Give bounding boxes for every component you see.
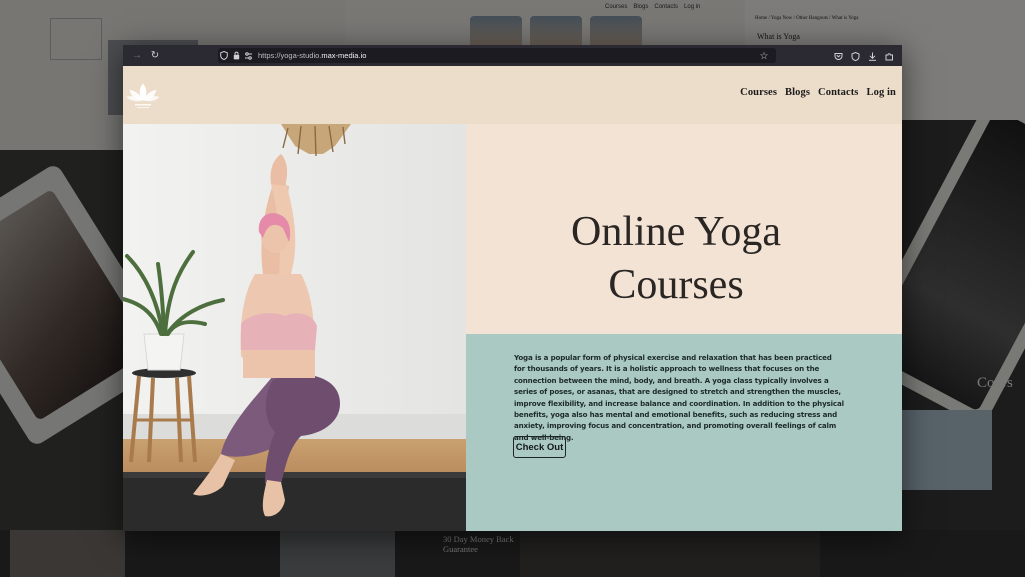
background-course-heading: Cours <box>977 375 1013 391</box>
background-heading: What is Yoga <box>757 32 800 41</box>
description-panel: Yoga is a popular form of physical exerc… <box>466 334 902 531</box>
download-icon[interactable] <box>864 48 880 64</box>
pocket-icon[interactable] <box>830 48 846 64</box>
hero-photo <box>123 124 466 531</box>
background-tilted-card <box>0 162 123 448</box>
main-nav: Courses Blogs Contacts Log in <box>740 87 896 98</box>
nav-contacts-link[interactable]: Contacts <box>818 87 858 98</box>
permissions-icon[interactable] <box>242 48 254 64</box>
bookmark-star-icon[interactable]: ☆ <box>756 48 772 64</box>
hero-title-panel: Online Yoga Courses <box>466 124 902 334</box>
check-out-button[interactable]: Check Out <box>513 436 566 458</box>
nav-blogs-link[interactable]: Blogs <box>785 87 810 98</box>
site-header: Courses Blogs Contacts Log in <box>123 66 902 124</box>
background-page-right-lower: Cours <box>902 120 1025 540</box>
background-breadcrumb: Home / Yoga Now / Other Hangouts / What … <box>755 16 859 21</box>
yoga-pose-illustration <box>123 124 466 531</box>
shield-icon[interactable] <box>218 48 230 64</box>
background-menu-item: Log in <box>684 4 701 10</box>
reload-icon[interactable]: ↻ <box>147 48 163 64</box>
background-page-bottom: 30 Day Money Back Guarantee <box>0 530 1025 577</box>
background-guarantee: 30 Day Money Back Guarantee <box>443 534 514 554</box>
browser-toolbar: → ↻ https://yoga-studio.max-media.io ☆ <box>123 45 902 66</box>
website-page: Courses Blogs Contacts Log in Online Yog… <box>123 66 902 531</box>
background-thumbnail <box>520 530 820 577</box>
url-text[interactable]: https://yoga-studio.max-media.io <box>258 51 366 60</box>
background-thumbnail <box>902 410 992 490</box>
background-thumbnail <box>470 16 522 48</box>
background-guarantee-line: Guarantee <box>443 544 478 554</box>
background-thumbnail <box>590 16 642 48</box>
background-menu: Courses Blogs Contacts Log in <box>605 4 700 10</box>
url-domain: max-media.io <box>321 51 367 60</box>
background-thumbnail <box>280 530 395 577</box>
background-thumbnail <box>530 16 582 48</box>
background-menu-item: Contacts <box>654 4 679 10</box>
lotus-icon[interactable] <box>126 80 160 110</box>
nav-login-link[interactable]: Log in <box>867 87 897 98</box>
nav-courses-link[interactable]: Courses <box>740 87 777 98</box>
background-guarantee-line: 30 Day Money Back <box>443 534 514 544</box>
hero-title: Online Yoga Courses <box>466 206 886 312</box>
background-page-left-lower <box>0 150 123 530</box>
background-menu-item: Blogs <box>633 4 649 10</box>
lock-icon[interactable] <box>230 48 242 64</box>
url-prefix: https://yoga-studio. <box>258 51 322 60</box>
hero-title-line: Courses <box>608 262 744 308</box>
background-filter-box <box>50 18 102 60</box>
extensions-icon[interactable] <box>881 48 897 64</box>
address-bar[interactable]: https://yoga-studio.max-media.io ☆ <box>218 48 776 63</box>
back-arrow-icon[interactable]: → <box>129 48 145 64</box>
shield-extension-icon[interactable] <box>847 48 863 64</box>
background-menu-item: Courses <box>605 4 628 10</box>
description-text: Yoga is a popular form of physical exerc… <box>514 353 844 442</box>
browser-window: → ↻ https://yoga-studio.max-media.io ☆ C… <box>123 45 902 531</box>
hero-title-line: Online Yoga <box>570 209 782 255</box>
background-thumbnail <box>10 530 125 577</box>
